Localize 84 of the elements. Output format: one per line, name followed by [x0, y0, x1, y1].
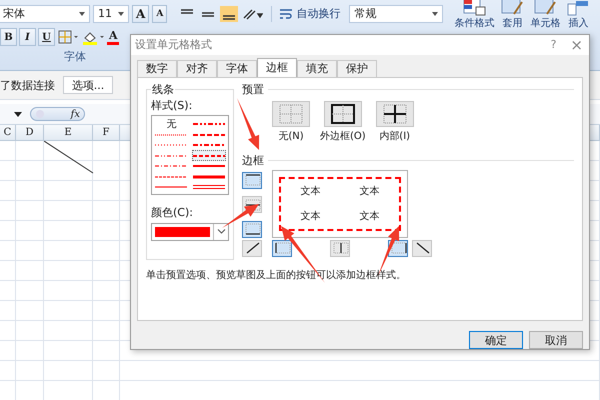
line-sample-icon: [192, 121, 225, 128]
line-sample-icon: [155, 142, 188, 148]
preview-text: 文本: [360, 184, 380, 198]
insert-button[interactable]: 插入: [566, 0, 590, 32]
preset-outline-button[interactable]: [324, 100, 362, 127]
group-label: 字体: [64, 49, 86, 64]
bottom-border-button[interactable]: [242, 220, 262, 238]
tab[interactable]: 填充: [297, 60, 337, 77]
help-button[interactable]: ?: [550, 36, 556, 54]
line-sample-icon: [155, 163, 188, 170]
column-header[interactable]: D: [16, 125, 44, 140]
wrap-text-button[interactable]: 自动换行: [279, 6, 340, 21]
caret-icon: [79, 12, 85, 16]
circle-icon: [35, 109, 45, 119]
line-sample-icon: [155, 174, 188, 180]
number-format-field[interactable]: 常规: [349, 4, 444, 22]
tab[interactable]: 边框: [257, 58, 297, 77]
preset-label: 无(N): [278, 130, 304, 143]
font-name-field[interactable]: 宋体: [0, 4, 90, 22]
group-label: 线条: [151, 82, 175, 97]
conditional-button[interactable]: 条件格式: [454, 0, 494, 32]
top-border-button[interactable]: [242, 172, 262, 189]
bold-button[interactable]: B: [0, 28, 17, 46]
color-label: 颜色(C):: [151, 204, 194, 220]
borders-icon[interactable]: [57, 29, 79, 45]
align-bottom-icon[interactable]: [220, 6, 238, 22]
column-header[interactable]: F: [93, 125, 120, 140]
insert-function-button[interactable]: fx: [70, 108, 80, 120]
options-button[interactable]: 选项...: [63, 76, 113, 94]
style-list[interactable]: 无: [151, 114, 229, 195]
wrap-text-icon: [279, 6, 294, 20]
line-sample-icon: [192, 174, 225, 180]
preset-inside-button[interactable]: [376, 100, 414, 127]
tab[interactable]: 保护: [337, 60, 377, 77]
diagonal-line: [44, 141, 94, 174]
column-header[interactable]: C: [0, 125, 16, 140]
table-button[interactable]: 套用: [500, 0, 524, 32]
table-color-icon: [462, 0, 486, 16]
preset-label: 外边框(O): [320, 130, 366, 143]
caret-icon: [432, 12, 438, 16]
dialog-title: 设置单元格格式: [135, 37, 212, 52]
annotation-arrow: [222, 204, 259, 228]
line-sample-icon: [192, 152, 225, 159]
line-sample-icon: [155, 184, 188, 190]
line-sample-icon: [192, 132, 225, 138]
line-sample-icon: [155, 152, 188, 159]
line-sample-icon: [192, 163, 225, 170]
line-style-option[interactable]: 无: [154, 118, 188, 130]
annotation-arrow: [237, 98, 260, 150]
ok-button[interactable]: 确定: [469, 331, 523, 349]
color-dropdown[interactable]: [151, 222, 229, 241]
font-size-field[interactable]: 11: [93, 4, 129, 22]
preset-label: 内部(I): [379, 130, 410, 143]
insert-cells-icon: [566, 0, 590, 16]
center-border-button[interactable]: [330, 240, 350, 257]
preview-text: 文本: [300, 184, 320, 198]
close-button[interactable]: ×: [570, 36, 583, 54]
tab[interactable]: 字体: [217, 60, 257, 77]
section-label: 边框: [242, 152, 264, 168]
underline-button[interactable]: U: [38, 28, 55, 46]
preview-text: 文本: [360, 210, 380, 224]
caret-icon[interactable]: [14, 112, 22, 116]
line-sample-icon: [192, 184, 225, 190]
line-sample-icon: [155, 132, 188, 138]
preview-text: 文本: [300, 210, 320, 224]
message-text: 了数据连接: [0, 78, 55, 92]
italic-button[interactable]: I: [19, 28, 36, 46]
section-label: 预置: [242, 82, 264, 97]
chevron-icon: [216, 229, 226, 234]
line-sample-icon: [192, 142, 225, 148]
cancel-button[interactable]: 取消: [529, 331, 583, 349]
grow-font-button[interactable]: A: [132, 4, 150, 22]
left-border-button[interactable]: [272, 240, 292, 257]
table-brush-icon: [533, 0, 558, 16]
tab[interactable]: 数字: [137, 60, 177, 77]
font-color-button[interactable]: A: [107, 29, 120, 42]
line-style-option[interactable]: [192, 150, 226, 161]
shrink-font-button[interactable]: A: [152, 4, 168, 22]
column-header[interactable]: E: [44, 125, 93, 140]
style-label: 样式(S):: [151, 98, 194, 113]
caret-icon: [118, 12, 124, 16]
tab[interactable]: 对齐: [177, 60, 217, 77]
table-brush-icon: [500, 0, 524, 16]
style-button[interactable]: 单元格: [530, 0, 560, 32]
